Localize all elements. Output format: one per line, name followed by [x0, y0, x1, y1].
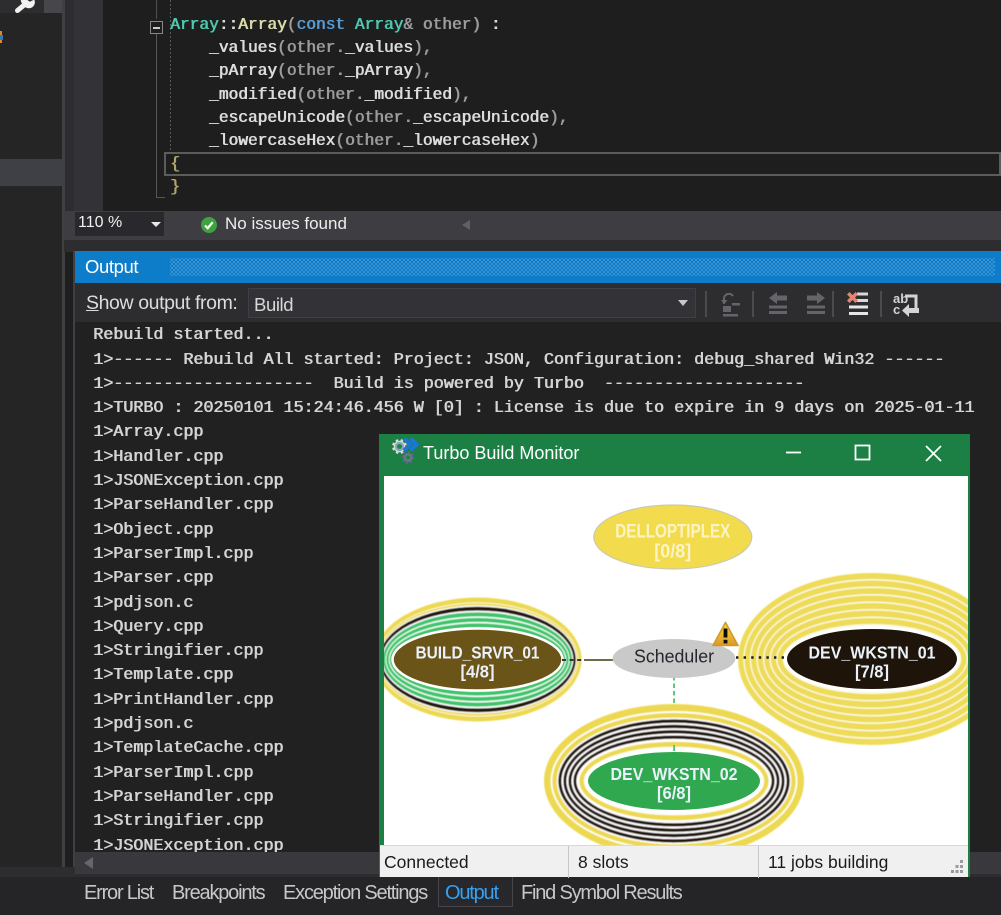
- svg-text:c: c: [893, 302, 900, 317]
- svg-text:DEV_WKSTN_01: DEV_WKSTN_01: [809, 643, 936, 663]
- svg-text:[4/8]: [4/8]: [461, 662, 495, 682]
- svg-text:DELLOPTIPLEX: DELLOPTIPLEX: [615, 521, 730, 543]
- svg-text:[0/8]: [0/8]: [654, 542, 691, 563]
- svg-text:DEV_WKSTN_02: DEV_WKSTN_02: [611, 764, 738, 784]
- svg-text:[6/8]: [6/8]: [657, 783, 691, 803]
- svg-text:[7/8]: [7/8]: [855, 662, 889, 682]
- svg-text:Scheduler: Scheduler: [634, 647, 714, 667]
- svg-text:BUILD_SRVR_01: BUILD_SRVR_01: [416, 643, 540, 663]
